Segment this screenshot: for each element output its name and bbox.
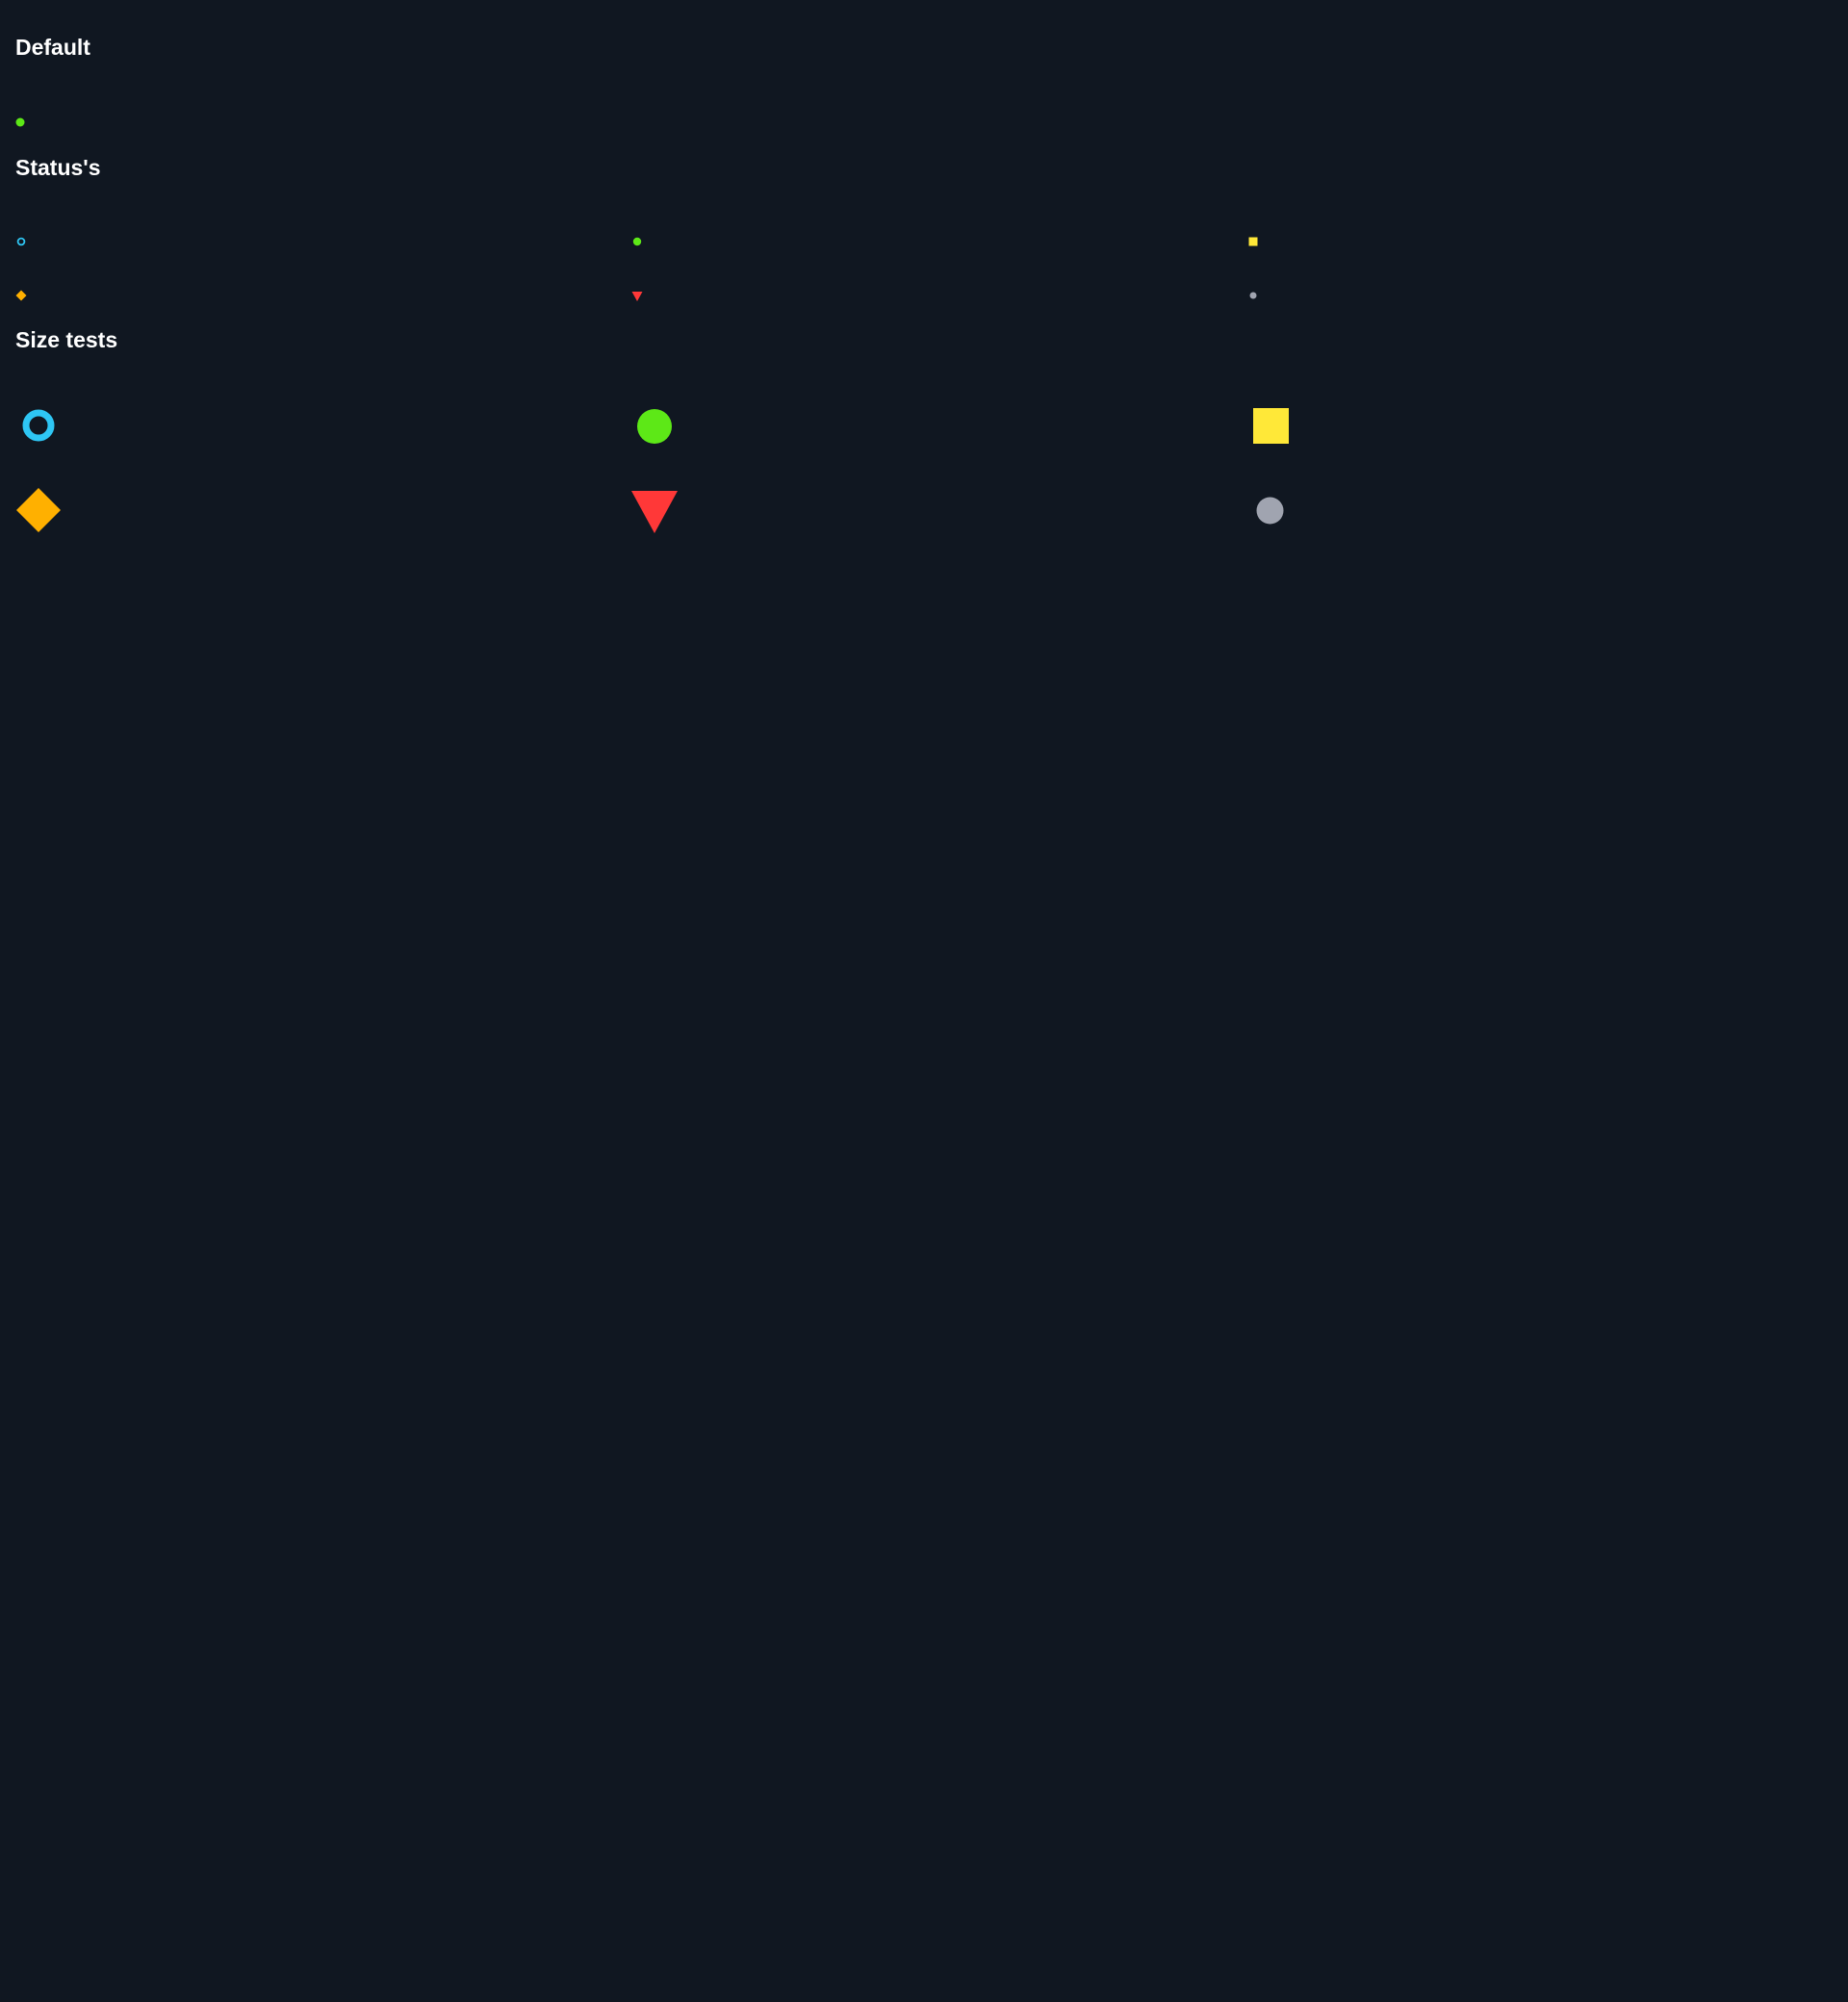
status-dot-neutral-icon — [1256, 497, 1284, 525]
status-triangle-error-icon — [631, 491, 678, 533]
status-square-warning-icon — [1253, 408, 1289, 444]
status-triangle-error-icon — [631, 291, 643, 302]
status-diamond-caution-icon — [15, 487, 62, 533]
status-ring-info-icon — [16, 237, 26, 246]
status-dot-success-icon — [632, 237, 642, 246]
status-dot-success-icon — [636, 408, 673, 445]
status-diamond-caution-icon — [15, 290, 27, 301]
section-title-default: Default — [15, 35, 90, 60]
section-title-statuses: Status's — [15, 155, 101, 180]
section-title-size-tests: Size tests — [15, 327, 118, 352]
status-ring-info-icon — [21, 408, 56, 443]
status-indicator-page: Default Status's Size tests — [0, 0, 1848, 2002]
status-dot-neutral-icon — [1249, 292, 1257, 299]
status-dot-success-icon — [15, 117, 25, 127]
status-square-warning-icon — [1248, 237, 1258, 246]
